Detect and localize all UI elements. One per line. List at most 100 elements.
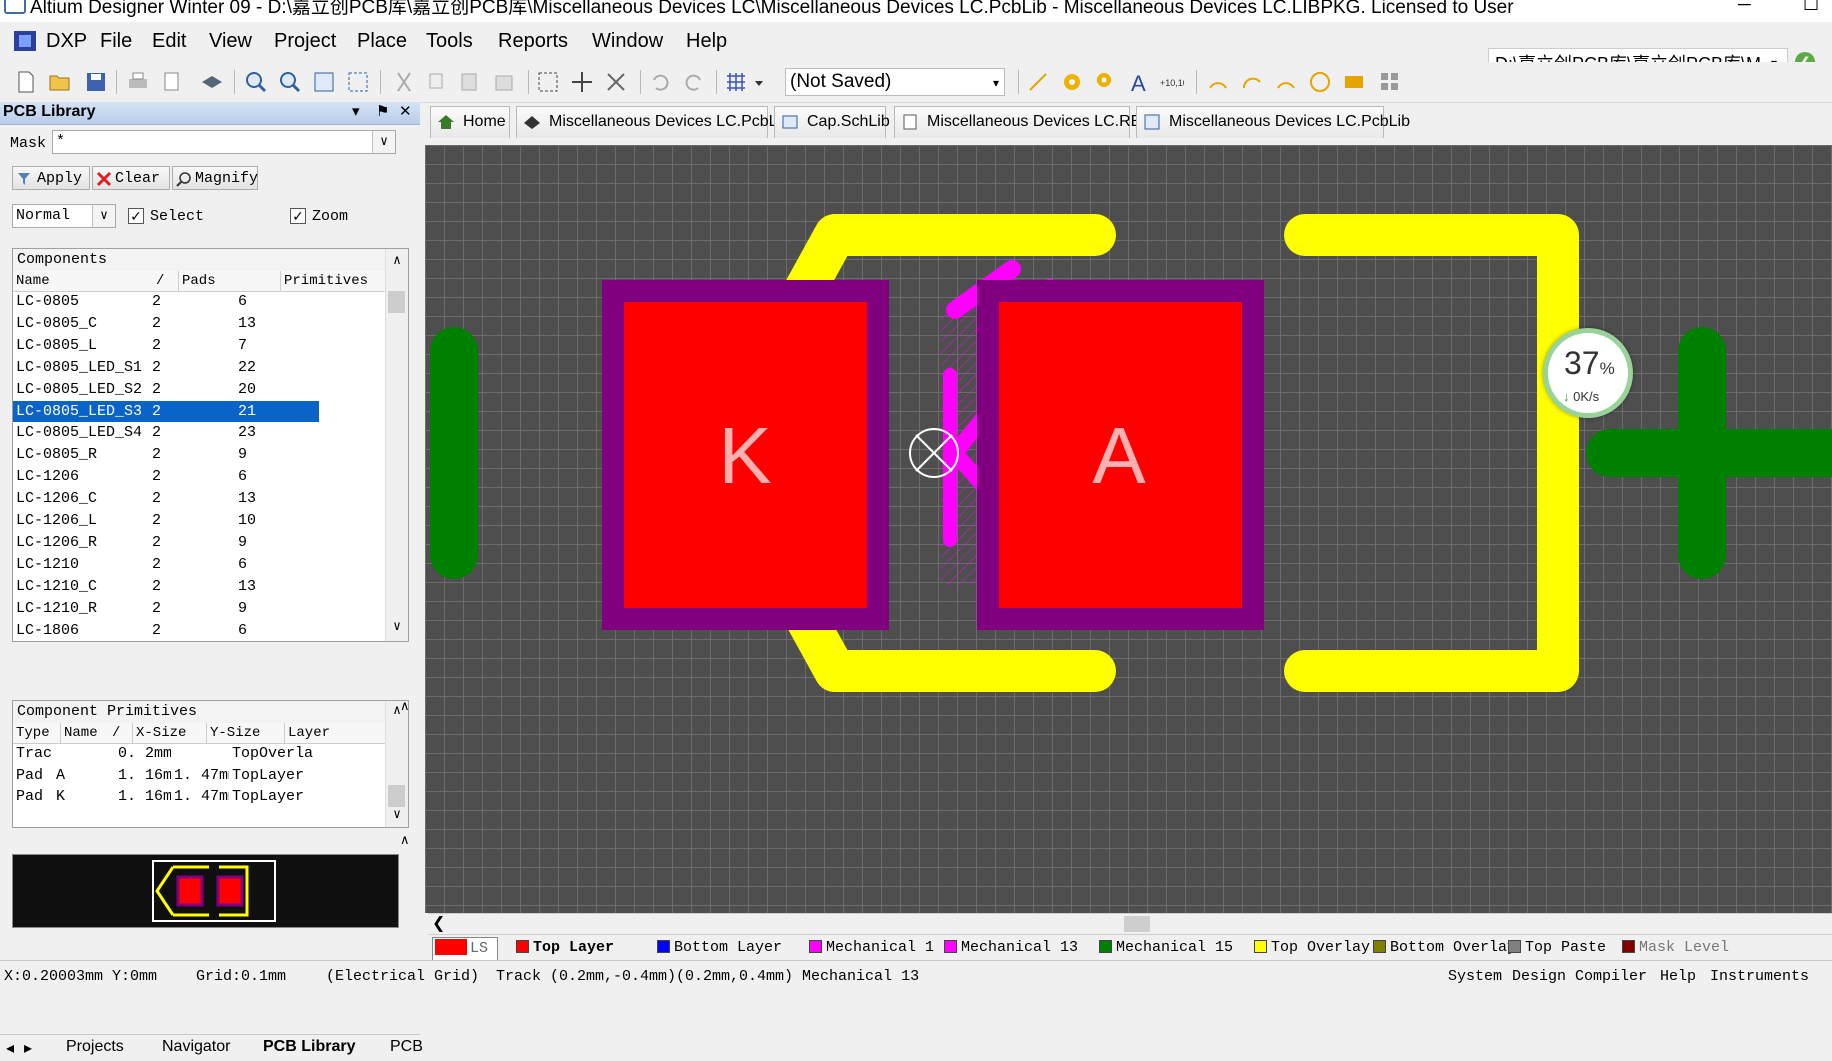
primitives-scrollbar[interactable]: ∧ ∨: [385, 701, 408, 827]
tabs-prev-icon[interactable]: ◂: [6, 1038, 14, 1058]
component-row[interactable]: LC-1210_C 2 13: [13, 576, 319, 598]
status-instruments[interactable]: Instruments: [1710, 968, 1809, 985]
panel-menu-icon[interactable]: ▾: [352, 102, 360, 120]
component-row[interactable]: LC-1206 2 6: [13, 466, 319, 488]
mode-select[interactable]: Normal ∨: [12, 204, 116, 228]
save-icon[interactable]: [84, 70, 108, 94]
component-row[interactable]: LC-0805_LED_S2 2 20: [13, 379, 319, 401]
col-y-size[interactable]: Y-Size: [207, 723, 285, 743]
mask-dropdown-icon[interactable]: ∨: [372, 131, 395, 153]
place-pad-icon[interactable]: [1060, 70, 1084, 94]
prim-scroll-thumb[interactable]: [388, 785, 405, 807]
zoom-checkbox[interactable]: ✓: [290, 208, 306, 224]
component-row[interactable]: LC-0805_R 2 9: [13, 444, 319, 466]
array-paste-icon[interactable]: [1378, 70, 1402, 94]
move-icon[interactable]: [570, 70, 594, 94]
place-line-icon[interactable]: [1026, 70, 1050, 94]
menu-view[interactable]: View: [209, 30, 252, 53]
tab-pcb-library[interactable]: PCB Library: [263, 1038, 355, 1056]
doc-tab-report[interactable]: Miscellaneous Devices LC.REP: [894, 106, 1152, 138]
col-pads[interactable]: Pads: [179, 271, 281, 291]
zoom-in-icon[interactable]: [244, 70, 268, 94]
col-type[interactable]: Type: [13, 723, 61, 743]
status-help[interactable]: Help: [1660, 968, 1696, 985]
zoom-fit-icon[interactable]: [312, 70, 336, 94]
pcb-canvas[interactable]: K A: [425, 145, 1832, 913]
grid-dropdown-icon[interactable]: [752, 70, 766, 94]
print-preview-icon[interactable]: [160, 70, 184, 94]
menu-window[interactable]: Window: [592, 30, 663, 53]
paste-icon[interactable]: [458, 70, 482, 94]
layer-tab[interactable]: Bottom Overlay: [1373, 937, 1516, 959]
undo-icon[interactable]: [648, 70, 672, 94]
mode-dropdown-icon[interactable]: ∨: [92, 205, 115, 227]
layer-tab[interactable]: Top Layer: [516, 937, 614, 959]
menu-file[interactable]: File: [100, 30, 132, 53]
tabs-next-icon[interactable]: ▸: [24, 1038, 32, 1058]
prim-scroll-down-icon[interactable]: ∨: [386, 807, 408, 822]
place-coordinate-icon[interactable]: +10,10: [1160, 70, 1184, 94]
place-via-icon[interactable]: [1094, 70, 1118, 94]
canvas-hscrollbar[interactable]: ❮: [428, 913, 1832, 934]
primitive-row[interactable]: Pad K 1. 16mm1. 47mmTopLayer: [13, 786, 319, 808]
board-3d-icon[interactable]: [200, 70, 224, 94]
status-system[interactable]: System: [1448, 968, 1502, 985]
component-row[interactable]: LC-0805_LED_S4 2 23: [13, 422, 319, 444]
footprint-preview[interactable]: [12, 854, 399, 928]
mask-input[interactable]: * ∨: [52, 130, 396, 154]
magnify-button[interactable]: Magnify: [172, 166, 258, 190]
primitives-collapse-icon[interactable]: ∧: [400, 698, 410, 714]
menu-tools[interactable]: Tools: [426, 30, 473, 53]
layer-tab[interactable]: Top Paste: [1508, 937, 1606, 959]
layer-tab[interactable]: Top Overlay: [1254, 937, 1370, 959]
tab-projects[interactable]: Projects: [66, 1038, 124, 1056]
component-row[interactable]: LC-1206_L 2 10: [13, 510, 319, 532]
panel-close-icon[interactable]: ✕: [399, 102, 412, 120]
component-row[interactable]: LC-1206_C 2 13: [13, 488, 319, 510]
component-row[interactable]: LC-1210_R 2 9: [13, 598, 319, 620]
component-row[interactable]: LC-1210 2 6: [13, 554, 319, 576]
layer-tab[interactable]: Mechanical 1: [809, 937, 934, 959]
panel-pin-icon[interactable]: ⚑: [376, 102, 389, 120]
status-design-compiler[interactable]: Design Compiler: [1512, 968, 1647, 985]
dxp-icon[interactable]: [14, 31, 36, 51]
menu-help[interactable]: Help: [686, 30, 727, 53]
restore-button[interactable]: ☐: [1803, 0, 1819, 15]
components-scrollbar[interactable]: ∧ ∨: [385, 249, 408, 641]
preview-collapse-icon[interactable]: ∧: [400, 832, 410, 848]
doc-tab-pcblib-2[interactable]: Miscellaneous Devices LC.PcbLib: [1136, 106, 1410, 138]
component-row[interactable]: LC-0805_LED_S1 2 22: [13, 357, 319, 379]
rubber-stamp-icon[interactable]: [492, 70, 516, 94]
col-x-size[interactable]: X-Size: [133, 723, 207, 743]
col-primitives[interactable]: Primitives: [281, 271, 386, 291]
copy-icon[interactable]: [426, 70, 450, 94]
hscroll-left-icon[interactable]: ❮: [432, 913, 445, 933]
arc-any-icon[interactable]: [1274, 70, 1298, 94]
deselect-icon[interactable]: [604, 70, 628, 94]
col-prim-sort[interactable]: /: [109, 723, 133, 743]
fill-icon[interactable]: [1342, 70, 1366, 94]
scroll-up-icon[interactable]: ∧: [386, 253, 408, 268]
place-string-icon[interactable]: A: [1128, 70, 1152, 94]
select-area-icon[interactable]: [536, 70, 560, 94]
zoom-area-icon[interactable]: [346, 70, 370, 94]
scroll-down-icon[interactable]: ∨: [386, 619, 408, 634]
full-circle-icon[interactable]: [1308, 70, 1332, 94]
layer-tab[interactable]: Mask Level: [1622, 937, 1729, 959]
tab-pcb[interactable]: PCB: [390, 1038, 423, 1056]
variant-select[interactable]: (Not Saved) ▾: [785, 68, 1005, 96]
menu-edit[interactable]: Edit: [152, 30, 186, 53]
grid-icon[interactable]: [724, 70, 748, 94]
network-speed-widget[interactable]: 37% ↓ 0K/s: [1543, 328, 1633, 418]
component-row[interactable]: LC-0805 2 6: [13, 291, 319, 313]
layer-tab[interactable]: Bottom Layer: [657, 937, 782, 959]
primitive-row[interactable]: Pad A 1. 16mm1. 47mmTopLayer: [13, 765, 319, 787]
doc-tab-pcblib-1[interactable]: Miscellaneous Devices LC.PcbLib: [516, 106, 790, 138]
primitive-row[interactable]: Track 0. 2mm TopOverla: [13, 743, 319, 765]
cut-icon[interactable]: [392, 70, 416, 94]
component-row[interactable]: LC-0805_LED_S3 2 21: [13, 400, 319, 423]
menu-place[interactable]: Place: [357, 30, 407, 53]
tab-navigator[interactable]: Navigator: [162, 1038, 230, 1056]
zoom-out-icon[interactable]: [278, 70, 302, 94]
clear-button[interactable]: Clear: [92, 166, 170, 190]
